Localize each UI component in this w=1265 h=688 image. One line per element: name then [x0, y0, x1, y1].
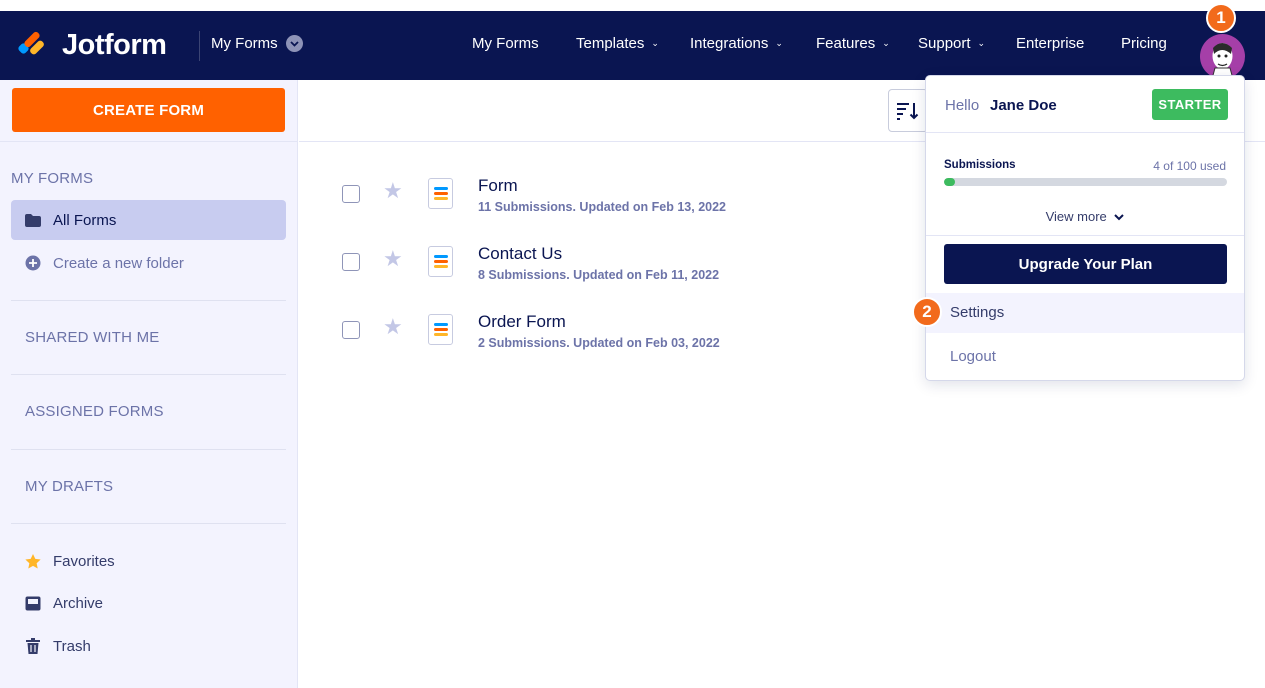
- sidebar: CREATE FORM MY FORMS All Forms Create a …: [0, 80, 298, 688]
- sidebar-item-label: Trash: [53, 637, 91, 655]
- form-select-checkbox[interactable]: [342, 253, 360, 271]
- logout-menu-item[interactable]: Logout: [950, 348, 996, 365]
- form-list-item[interactable]: ★ Order Form 2 Submissions. Updated on F…: [342, 312, 902, 362]
- nav-label: Integrations: [690, 35, 769, 52]
- form-title[interactable]: Order Form: [478, 312, 566, 332]
- divider: [926, 132, 1244, 133]
- workspace-switch-label: My Forms: [211, 35, 278, 52]
- form-title[interactable]: Form: [478, 176, 518, 196]
- jotform-logo-text: Jotform: [62, 28, 167, 61]
- nav-divider: [199, 31, 200, 61]
- chevron-down-icon: [1114, 214, 1125, 221]
- chevron-down-icon: ⌄: [651, 38, 659, 48]
- submissions-label: Submissions: [944, 159, 1016, 171]
- form-icon: [428, 246, 453, 277]
- sidebar-item-label: Create a new folder: [53, 254, 184, 272]
- nav-pricing[interactable]: Pricing: [1121, 35, 1167, 52]
- submissions-progress-bar: [944, 178, 1227, 186]
- settings-label: Settings: [950, 304, 1005, 321]
- divider: [926, 235, 1244, 236]
- sort-button[interactable]: [888, 89, 928, 132]
- trash-icon: [25, 638, 41, 654]
- step-badge-1: 1: [1206, 3, 1236, 33]
- settings-menu-item[interactable]: Settings: [926, 293, 1244, 333]
- nav-label: Features: [816, 35, 876, 52]
- greeting-label: Hello: [945, 97, 980, 114]
- chevron-down-icon: ⌄: [882, 38, 890, 48]
- user-avatar[interactable]: [1200, 34, 1245, 79]
- form-list-item[interactable]: ★ Contact Us 8 Submissions. Updated on F…: [342, 244, 902, 294]
- sidebar-item-my-drafts[interactable]: MY DRAFTS: [25, 478, 113, 495]
- submissions-progress-fill: [944, 178, 956, 186]
- sidebar-item-label: Favorites: [53, 552, 115, 570]
- upgrade-plan-button[interactable]: Upgrade Your Plan: [944, 244, 1227, 284]
- plus-circle-icon: [25, 255, 41, 271]
- form-select-checkbox[interactable]: [342, 321, 360, 339]
- step-badge-2: 2: [912, 297, 942, 327]
- account-dropdown-menu: Hello Jane Doe STARTER Submissions 4 of …: [925, 75, 1245, 381]
- jotform-logo[interactable]: Jotform: [17, 28, 167, 62]
- sidebar-item-favorites[interactable]: Favorites: [11, 541, 286, 581]
- sort-icon: [897, 102, 919, 120]
- nav-label: Templates: [576, 35, 645, 52]
- sidebar-item-label: All Forms: [53, 211, 117, 229]
- form-meta: 2 Submissions. Updated on Feb 03, 2022: [478, 336, 720, 350]
- nav-support[interactable]: Support ⌄: [918, 35, 985, 52]
- favorite-star-icon[interactable]: ★: [383, 180, 403, 202]
- nav-label: Enterprise: [1016, 35, 1085, 52]
- sidebar-item-all-forms[interactable]: All Forms: [11, 200, 286, 240]
- divider: [11, 449, 286, 450]
- plan-badge[interactable]: STARTER: [1152, 89, 1228, 120]
- form-select-checkbox[interactable]: [342, 185, 360, 203]
- sidebar-item-archive[interactable]: Archive: [11, 583, 286, 623]
- view-more-label: View more: [1045, 209, 1107, 224]
- sidebar-item-trash[interactable]: Trash: [11, 626, 286, 666]
- sidebar-item-label: Archive: [53, 594, 104, 612]
- folder-icon: [25, 212, 41, 228]
- form-list-item[interactable]: ★ Form 11 Submissions. Updated on Feb 13…: [342, 176, 902, 226]
- divider: [11, 374, 286, 375]
- nav-enterprise[interactable]: Enterprise: [1016, 35, 1084, 52]
- sidebar-item-shared-with-me[interactable]: SHARED WITH ME: [25, 329, 159, 346]
- nav-integrations[interactable]: Integrations ⌄: [690, 35, 783, 52]
- star-icon: [25, 553, 41, 569]
- top-strip: [0, 0, 1265, 11]
- divider: [11, 300, 286, 301]
- form-icon: [428, 178, 453, 209]
- nav-label: My Forms: [472, 35, 539, 52]
- my-forms-heading: MY FORMS: [11, 170, 94, 187]
- form-title[interactable]: Contact Us: [478, 244, 562, 264]
- nav-features[interactable]: Features ⌄: [816, 35, 890, 52]
- view-more-button[interactable]: View more: [926, 209, 1244, 224]
- create-form-button[interactable]: CREATE FORM: [12, 88, 285, 132]
- form-icon: [428, 314, 453, 345]
- nav-label: Support: [918, 35, 971, 52]
- workspace-switch[interactable]: My Forms: [211, 35, 303, 52]
- nav-my-forms[interactable]: My Forms: [472, 35, 539, 52]
- archive-icon: [25, 595, 41, 611]
- create-folder-button[interactable]: Create a new folder: [11, 243, 286, 283]
- sidebar-item-assigned-forms[interactable]: ASSIGNED FORMS: [25, 403, 164, 420]
- form-meta: 11 Submissions. Updated on Feb 13, 2022: [478, 200, 726, 214]
- jotform-logo-icon: [17, 28, 47, 62]
- favorite-star-icon[interactable]: ★: [383, 248, 403, 270]
- favorite-star-icon[interactable]: ★: [383, 316, 403, 338]
- user-name: Jane Doe: [990, 97, 1057, 114]
- chevron-down-icon: ⌄: [775, 38, 783, 48]
- top-navbar: Jotform My Forms My Forms Templates ⌄ Int…: [0, 11, 1265, 80]
- submissions-usage: 4 of 100 used: [1153, 159, 1226, 173]
- nav-templates[interactable]: Templates ⌄: [576, 35, 659, 52]
- divider: [0, 141, 298, 142]
- chevron-down-icon: ⌄: [977, 38, 986, 48]
- chevron-down-icon: [285, 35, 303, 52]
- form-meta: 8 Submissions. Updated on Feb 11, 2022: [478, 268, 720, 282]
- nav-label: Pricing: [1121, 35, 1167, 52]
- avatar-illustration-icon: [1211, 43, 1234, 79]
- divider: [11, 523, 286, 524]
